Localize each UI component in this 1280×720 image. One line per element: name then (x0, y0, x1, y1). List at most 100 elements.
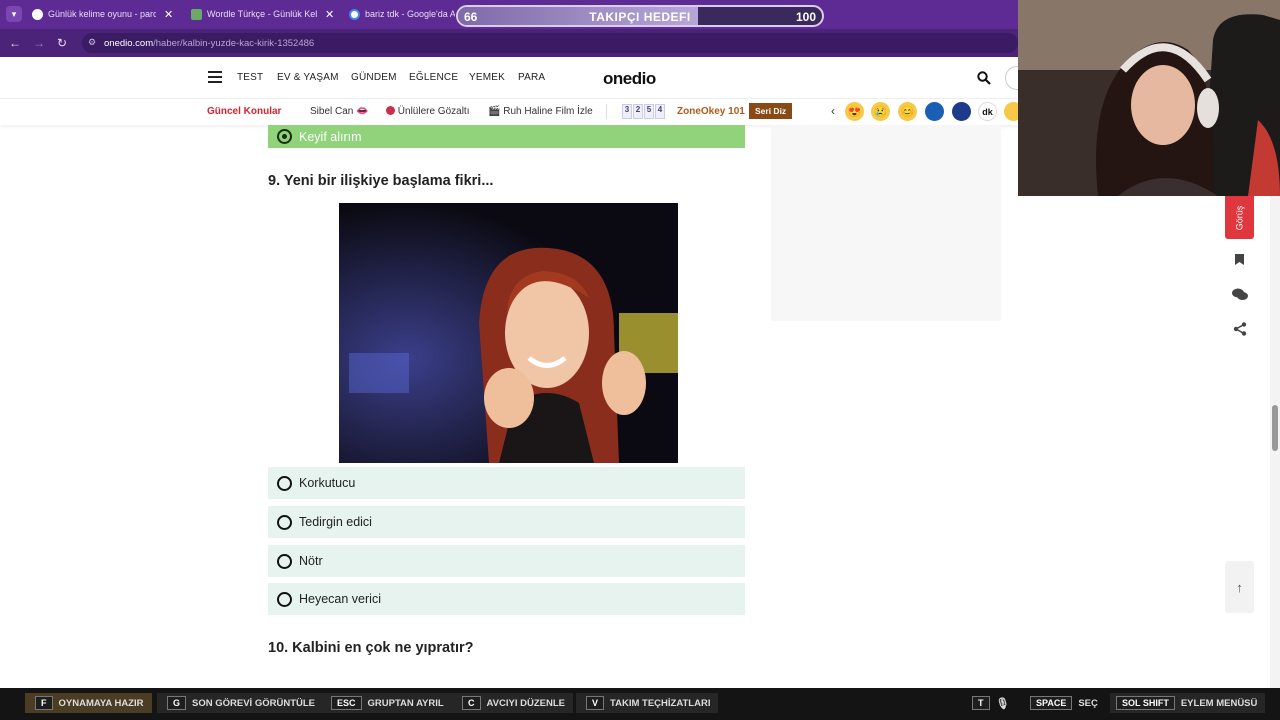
hud-key: F (35, 696, 53, 710)
dk-badge-icon[interactable]: dk (978, 102, 997, 121)
chevron-left-icon[interactable]: ‹ (831, 104, 835, 118)
option-label: Korkutucu (299, 476, 356, 490)
tab-title: Günlük kelime oyunu - parolla (48, 9, 156, 19)
brand-badge-icon[interactable] (952, 102, 971, 121)
close-tab-icon[interactable]: ✕ (325, 8, 334, 21)
url-host: onedio.com (104, 37, 154, 49)
scrollbar-thumb[interactable] (1272, 405, 1278, 451)
sidebar-ad-placeholder (771, 125, 1001, 321)
topics-heading: Güncel Konular (207, 106, 282, 117)
scroll-to-top-arrow-icon[interactable]: ↑ (1225, 561, 1254, 613)
browser-tab[interactable]: Wordle Türkçe - Günlük Kelime ✕ (191, 3, 339, 25)
hud-last-mission-button[interactable]: G SON GÖREVİ GÖRÜNTÜLE (157, 693, 323, 713)
question-9-image (339, 203, 678, 463)
game-hud-bar: F OYNAMAYA HAZIR G SON GÖREVİ GÖRÜNTÜLE … (0, 688, 1280, 720)
tab-search-chevron-icon[interactable]: ▾ (6, 6, 22, 22)
search-icon[interactable] (977, 71, 991, 85)
onedio-logo[interactable]: onedio (603, 69, 656, 89)
nav-link-test[interactable]: TEST (237, 72, 263, 83)
bookmark-icon[interactable] (1225, 245, 1254, 274)
zone-okey-label[interactable]: ZoneOkey 101 (677, 106, 745, 117)
browser-tab[interactable]: Günlük kelime oyunu - parolla ✕ (32, 3, 180, 25)
topic-label: Ruh Haline Film İzle (503, 106, 593, 117)
hud-label: SEÇ (1078, 697, 1098, 709)
tab-title: bariz tdk - Google'da Ara (365, 9, 455, 19)
hud-label: AVCIYI DÜZENLE (486, 697, 565, 709)
hud-edit-hunter-button[interactable]: C AVCIYI DÜZENLE (452, 693, 573, 713)
quiz-option[interactable]: Korkutucu (268, 467, 745, 499)
radio-empty-icon (277, 553, 292, 569)
hud-label: SON GÖREVİ GÖRÜNTÜLE (192, 697, 315, 709)
tab-favicon-icon (32, 8, 43, 20)
option-label: Nötr (299, 554, 323, 568)
microphone-icon: 🎙 (995, 697, 1010, 710)
okey-tile: 2 (633, 104, 643, 119)
topic-link[interactable]: 🎬 Ruh Haline Film İzle (488, 106, 593, 117)
hud-label: EYLEM MENÜSÜ (1180, 697, 1258, 709)
topics-divider (606, 104, 607, 119)
reload-icon[interactable]: ↻ (53, 34, 71, 52)
site-info-icon[interactable]: ⚙ (88, 37, 96, 48)
close-tab-icon[interactable]: ✕ (164, 8, 173, 21)
seri-diz-button[interactable]: Seri Diz (749, 103, 793, 119)
tab-title: Wordle Türkçe - Günlük Kelime (207, 9, 317, 19)
okey-tile: 5 (644, 104, 654, 119)
quiz-option[interactable]: Tedirgin edici (268, 506, 745, 538)
topic-label: Ünlülere Gözaltı (397, 106, 470, 117)
hud-voice-button[interactable]: T 🎙 (972, 693, 1017, 713)
url-path: /haber/kalbin-yuzde-kac-kirik-1352486 (153, 37, 315, 49)
url-field[interactable]: ⚙ onedio.com /haber/kalbin-yuzde-kac-kir… (82, 33, 1018, 53)
forward-arrow-icon[interactable]: → (30, 34, 48, 52)
quiz-option-selected[interactable]: Keyif alırım (268, 125, 745, 148)
topic-link[interactable]: Sibel Can 👄 (310, 106, 369, 117)
back-arrow-icon[interactable]: ← (6, 34, 24, 52)
hamburger-menu-icon[interactable] (208, 71, 222, 83)
goal-target-count: 100 (795, 10, 816, 24)
quiz-option[interactable]: Nötr (268, 545, 745, 577)
streamer-webcam-illustration (1018, 0, 1280, 196)
share-icon[interactable] (1225, 314, 1254, 343)
radio-empty-icon (277, 475, 292, 491)
nav-link-para[interactable]: PARA (518, 72, 545, 83)
nav-link-yemek[interactable]: YEMEK (469, 72, 505, 83)
goal-title: TAKIPÇI HEDEFI (589, 10, 691, 24)
okey-tile: 4 (655, 104, 665, 119)
follower-goal-bar: 66 TAKIPÇI HEDEFI 100 (456, 5, 824, 27)
radio-checked-icon (277, 129, 292, 144)
tab-favicon-icon (191, 8, 202, 20)
feedback-label: Görüş (1234, 205, 1245, 230)
address-bar-row: ← → ↻ ⚙ onedio.com /haber/kalbin-yuzde-k… (0, 29, 1018, 57)
hud-select-button[interactable]: SPACE SEÇ (1030, 693, 1106, 713)
quiz-option[interactable]: Heyecan verici (268, 583, 745, 615)
browser-tab[interactable]: bariz tdk - Google'da Ara (349, 3, 455, 25)
hud-team-gear-button[interactable]: V TAKIM TEÇHİZATLARI (576, 693, 719, 713)
topic-link[interactable]: Ünlülere Gözaltı (386, 106, 469, 117)
hud-key: SOL SHIFT (1116, 696, 1175, 710)
hud-key: V (586, 696, 605, 710)
crying-emoji-icon[interactable]: 😢 (871, 102, 890, 121)
topics-bar: Güncel Konular Sibel Can 👄 Ünlülere Göza… (0, 99, 1023, 125)
question-10-title: 10. Kalbini en çok ne yıpratır? (268, 640, 474, 656)
hud-action-menu-button[interactable]: SOL SHIFT EYLEM MENÜSÜ (1110, 693, 1266, 713)
clapperboard-icon: 🎬 (488, 106, 501, 117)
hud-leave-group-button[interactable]: ESC GRUPTAN AYRIL (321, 693, 452, 713)
site-header: TEST EV & YAŞAM GÜNDEM EĞLENCE YEMEK PAR… (0, 57, 1029, 99)
radio-empty-icon (277, 591, 292, 607)
hud-label: GRUPTAN AYRIL (367, 697, 444, 709)
philips-badge-icon[interactable] (925, 102, 944, 121)
hud-key: ESC (331, 696, 362, 710)
hud-key: G (167, 696, 187, 710)
question-9-title: 9. Yeni bir ilişkiye başlama fikri... (268, 173, 494, 189)
option-label: Heyecan verici (299, 592, 381, 606)
comments-icon[interactable] (1225, 280, 1254, 309)
hud-ready-button[interactable]: F OYNAMAYA HAZIR (25, 693, 152, 713)
nav-link-gundem[interactable]: GÜNDEM (351, 72, 397, 83)
heart-eyes-emoji-icon[interactable]: 😍 (845, 102, 864, 121)
nav-link-eglence[interactable]: EĞLENCE (409, 72, 458, 83)
red-dot-icon (386, 106, 395, 115)
hud-key: C (462, 696, 481, 710)
option-label: Keyif alırım (299, 129, 362, 144)
feedback-tab[interactable]: Görüş (1225, 196, 1254, 239)
smile-emoji-icon[interactable]: 😊 (898, 102, 917, 121)
nav-link-ev-yasam[interactable]: EV & YAŞAM (277, 72, 339, 83)
